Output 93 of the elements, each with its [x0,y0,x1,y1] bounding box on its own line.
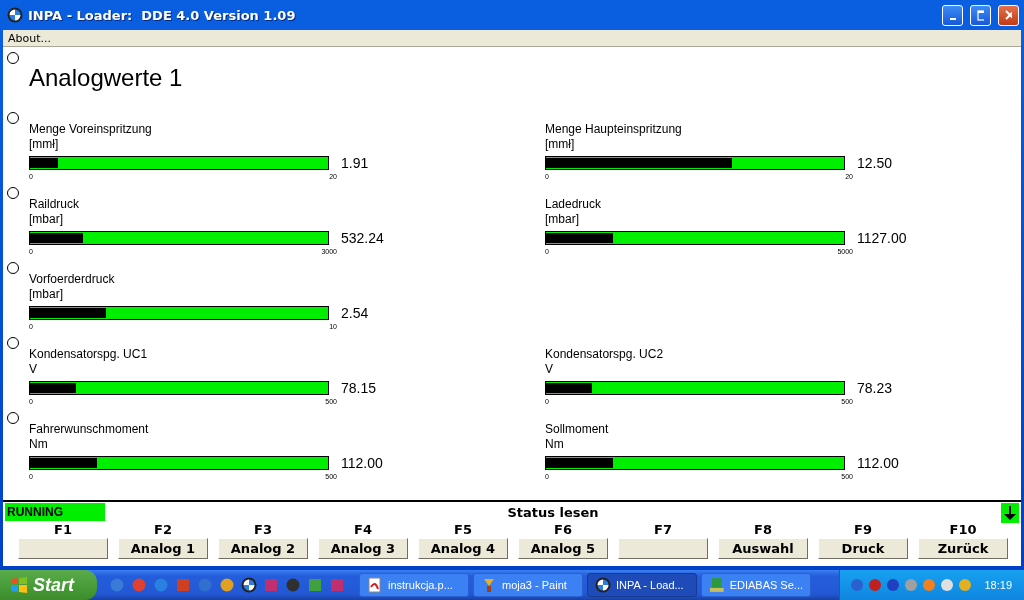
function-button[interactable]: Druck [818,538,908,559]
status-message: Status lesen [506,504,600,520]
taskbar-button[interactable]: INPA - Load... [587,573,697,597]
radio-icon [7,337,19,349]
function-button[interactable]: Analog 2 [218,538,308,559]
radio-icon [7,52,19,64]
unit-label: [mbar] [29,287,64,302]
page-heading: Analogwerte 1 [29,64,184,93]
key-label: F9 [854,522,872,538]
minimize-icon [949,17,956,20]
reading-value: 2.54 [341,305,369,321]
taskbar-button[interactable]: moja3 - Paint [473,573,583,597]
key-label: F2 [154,522,172,538]
radio-icon [7,112,19,124]
gauge-label: Sollmoment [545,422,610,437]
circle-icon[interactable] [153,577,169,593]
tray-icon[interactable] [886,578,901,592]
unit-label: Nm [29,437,49,452]
reading-value: 112.00 [857,455,899,471]
radio-icon [7,187,19,199]
unit-label: [mbar] [29,212,64,227]
function-button[interactable]: Analog 5 [518,538,608,559]
circle-icon[interactable] [131,577,147,593]
unit-label: V [29,362,38,377]
tray-icon[interactable] [940,578,955,592]
unit-label: Nm [545,437,565,452]
unit-label: [mmł] [29,137,60,152]
function-button[interactable]: Zurück [918,538,1008,559]
key-label: F7 [654,522,672,538]
circle-icon[interactable] [219,577,235,593]
square-icon[interactable] [263,577,279,593]
roundel-icon[interactable] [241,577,257,593]
unit-label: [mmł] [545,137,576,152]
gauge-label: Menge Voreinspritzung [29,122,153,137]
gauge-label: Menge Haupteinspritzung [545,122,683,137]
reading-value: 532.24 [341,230,384,246]
taskbar-button[interactable]: instrukcja.p... [359,573,469,597]
gauge-label: Kondensatorspg. UC2 [545,347,665,362]
key-label: F6 [554,522,572,538]
key-label: F4 [354,522,372,538]
flag-icon [10,577,28,593]
function-button[interactable] [18,538,108,559]
close-icon [1005,10,1012,20]
gauge-label: Kondensatorspg. UC1 [29,347,149,362]
gauge-label: Vorfoerderdruck [29,272,116,287]
circle-icon[interactable] [197,577,213,593]
reading-value: 78.15 [341,380,377,396]
circle-icon[interactable] [109,577,125,593]
tray-icon[interactable] [868,578,883,592]
maximize-icon [977,9,984,21]
radio-icon [7,412,19,424]
tray-icon[interactable] [922,578,937,592]
circle-icon[interactable] [285,577,301,593]
close-button[interactable] [998,4,1019,26]
tray-icon[interactable] [850,578,865,592]
key-label: F1 [54,522,72,538]
function-button[interactable] [618,538,708,559]
gauge-label: Raildruck [29,197,80,212]
minimize-button[interactable] [942,4,963,26]
menu-item[interactable]: About... [3,31,56,45]
tray-icon[interactable] [958,578,973,592]
tray-icon[interactable] [904,578,919,592]
reading-value: 78.23 [857,380,893,396]
reading-value: 112.00 [341,455,383,471]
roundel-icon [595,577,611,593]
document-icon [367,577,383,593]
reading-value: 1.91 [341,155,369,171]
function-button[interactable]: Auswahl [718,538,808,559]
function-button[interactable]: Analog 3 [318,538,408,559]
function-button[interactable]: Analog 1 [118,538,208,559]
maximize-button[interactable] [970,4,991,26]
reading-value: 12.50 [857,155,893,171]
window-title: INPA - Loader: DDE 4.0 Version 1.09 [28,7,296,23]
square-icon[interactable] [307,577,323,593]
status-indicator: RUNNING [5,503,105,521]
gauge-label: Fahrerwunschmoment [29,422,150,437]
key-label: F5 [454,522,472,538]
key-label: F3 [254,522,272,538]
radio-icon [7,262,19,274]
reading-value: 1127.00 [857,230,907,246]
key-label: F10 [949,522,977,538]
taskbar-button[interactable]: EDIABAS Se... [701,573,811,597]
square-icon[interactable] [329,577,345,593]
clock: 18:19 [984,579,1012,591]
unit-label: V [545,362,554,377]
brush-icon [481,577,497,593]
box-icon [709,577,725,593]
key-label: F8 [754,522,772,538]
roundel-icon [7,7,23,23]
gauge-label: Ladedruck [545,197,603,212]
function-button[interactable]: Analog 4 [418,538,508,559]
square-icon[interactable] [175,577,191,593]
unit-label: [mbar] [545,212,580,227]
